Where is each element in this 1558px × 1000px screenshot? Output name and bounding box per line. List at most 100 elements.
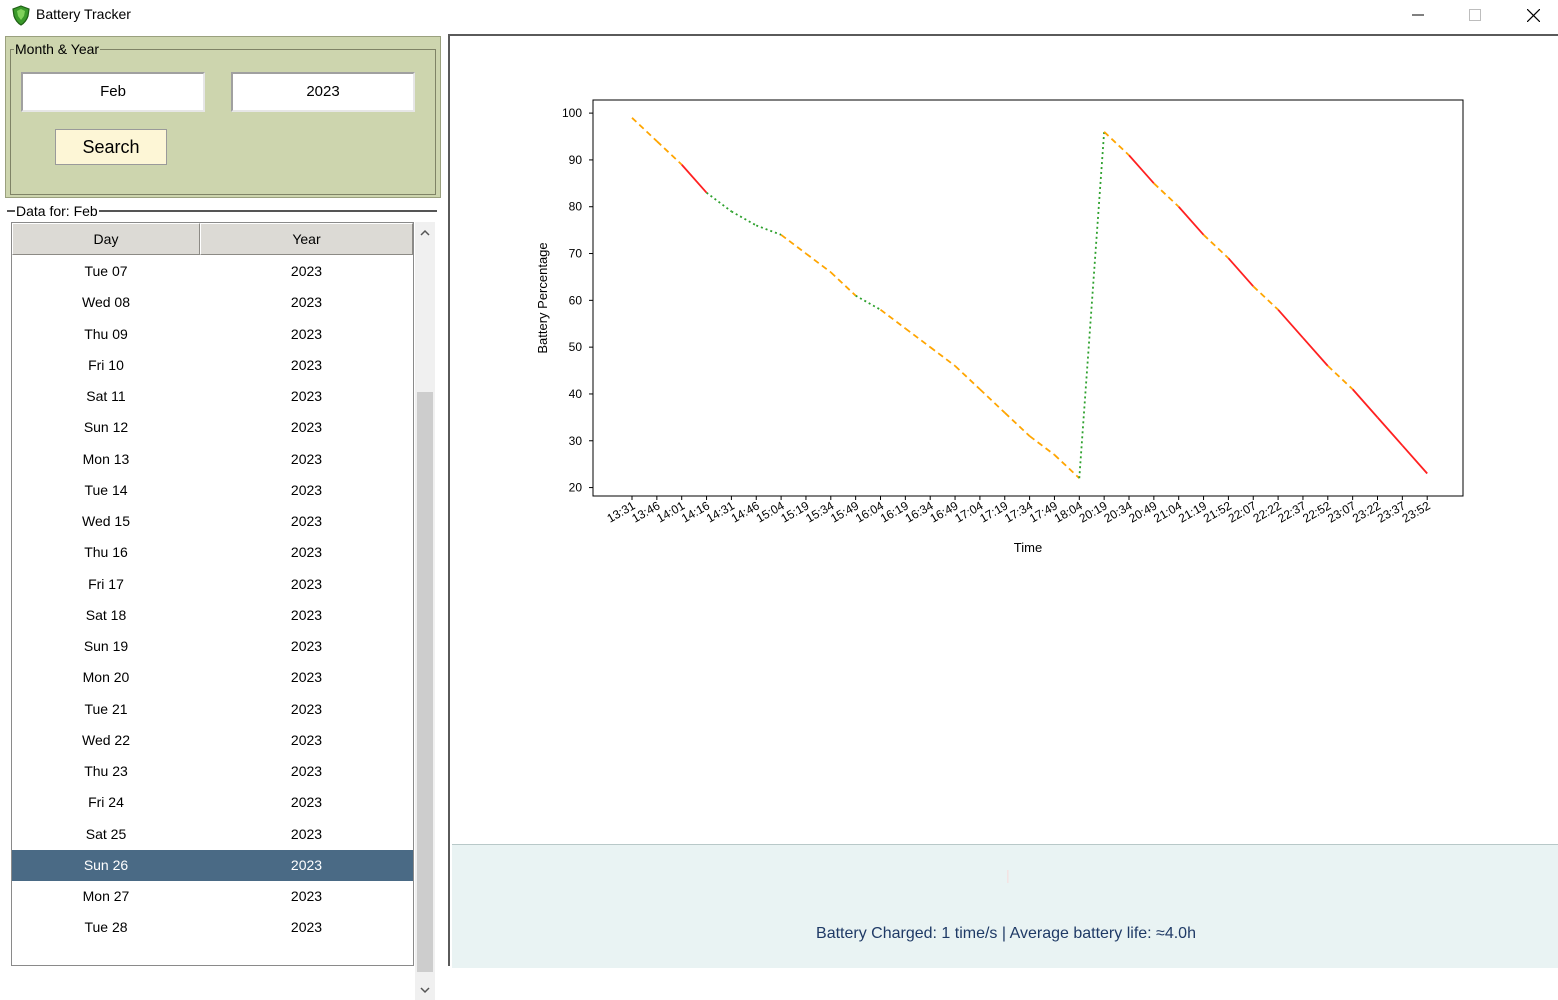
row-year-cell: 2023 — [290, 325, 323, 342]
column-header-day[interactable]: Day — [12, 223, 200, 255]
row-year-cell: 2023 — [290, 888, 323, 904]
row-year-cell: 2023 — [290, 700, 323, 717]
table-row[interactable]: Sat 18 2023 — [12, 600, 413, 631]
row-year-cell: 2023 — [290, 544, 323, 561]
table-row[interactable]: Thu 16 2023 — [12, 537, 413, 568]
chevron-up-icon — [420, 223, 430, 241]
row-year-cell: 2023 — [290, 919, 323, 936]
row-year-cell: 2023 — [290, 388, 323, 404]
table-row[interactable]: Tue 28 2023 — [12, 912, 413, 943]
table-row[interactable]: Tue 07 2023 — [12, 256, 413, 287]
row-day-cell: Sun 19 — [83, 638, 129, 654]
row-year-cell: 2023 — [290, 638, 323, 654]
table-row[interactable]: Mon 20 2023 — [12, 662, 413, 693]
y-tick-label: 70 — [569, 247, 583, 261]
status-indicator: | — [1006, 867, 1010, 883]
window-title: Battery Tracker — [36, 6, 131, 22]
row-day-cell: Mon 13 — [82, 450, 130, 467]
row-year-cell: 2023 — [290, 513, 323, 529]
row-day-cell: Thu 16 — [84, 544, 128, 561]
maximize-button[interactable] — [1446, 0, 1504, 30]
search-button[interactable]: Search — [55, 129, 167, 165]
column-header-year[interactable]: Year — [200, 223, 413, 255]
scroll-down-button[interactable] — [415, 980, 435, 1000]
table-row[interactable]: Sun 19 2023 — [12, 631, 413, 662]
row-day-cell: Sun 12 — [83, 419, 129, 436]
row-year-cell: 2023 — [290, 356, 323, 373]
row-year-cell: 2023 — [290, 856, 323, 873]
table-row[interactable]: Sun 26 2023 — [12, 849, 413, 881]
table-row[interactable]: Fri 10 2023 — [12, 350, 413, 381]
green-shield-icon — [10, 4, 32, 26]
close-button[interactable] — [1504, 0, 1558, 30]
y-tick-label: 20 — [569, 481, 583, 495]
table-row[interactable]: Fri 24 2023 — [12, 787, 413, 818]
plot-frame — [592, 99, 1464, 497]
row-day-cell: Tue 28 — [84, 919, 128, 936]
row-day-cell: Mon 27 — [82, 888, 130, 904]
table-row[interactable]: Wed 22 2023 — [12, 725, 413, 756]
row-day-cell: Fri 24 — [88, 794, 124, 811]
y-tick-label: 80 — [569, 200, 583, 214]
row-day-cell: Wed 15 — [82, 513, 130, 529]
y-axis-label: Battery Percentage — [535, 242, 550, 353]
row-year-cell: 2023 — [290, 419, 323, 436]
days-table: Day Year Tue 07 2023 Wed 08 2023 Thu 09 2023 F… — [11, 222, 414, 966]
table-body: Tue 07 2023 Wed 08 2023 Thu 09 2023 Fri 10 2023… — [12, 256, 413, 944]
table-row[interactable]: Mon 27 2023 — [12, 881, 413, 912]
row-day-cell: Sat 18 — [85, 606, 127, 623]
row-day-cell: Wed 08 — [82, 294, 130, 311]
row-year-cell: 2023 — [290, 263, 323, 279]
row-year-cell: 2023 — [290, 763, 323, 779]
table-row[interactable]: Tue 21 2023 — [12, 694, 413, 725]
table-row[interactable]: Wed 15 2023 — [12, 506, 413, 537]
table-row[interactable]: Wed 08 2023 — [12, 287, 413, 318]
row-year-cell: 2023 — [290, 575, 323, 592]
x-axis-label: Time — [1014, 540, 1042, 555]
row-day-cell: Thu 09 — [84, 325, 128, 342]
table-row[interactable]: Sat 11 2023 — [12, 381, 413, 412]
row-year-cell: 2023 — [290, 794, 323, 811]
table-header: Day Year — [12, 223, 413, 255]
left-panel: Month & Year Feb 2023 Search Data for: F… — [0, 34, 446, 1000]
close-icon — [1526, 8, 1540, 22]
row-year-cell: 2023 — [290, 669, 323, 686]
row-day-cell: Fri 17 — [88, 575, 124, 592]
table-row[interactable]: Thu 09 2023 — [12, 319, 413, 350]
minimize-button[interactable] — [1389, 0, 1447, 30]
table-row[interactable]: Sat 25 2023 — [12, 819, 413, 850]
row-day-cell: Mon 20 — [82, 669, 130, 686]
month-year-panel: Month & Year Feb 2023 Search — [5, 36, 441, 198]
y-tick-label: 50 — [569, 340, 583, 354]
row-day-cell: Sat 25 — [85, 825, 127, 842]
y-tick-label: 90 — [569, 153, 583, 167]
table-row[interactable]: Fri 17 2023 — [12, 569, 413, 600]
row-year-cell: 2023 — [290, 294, 323, 311]
table-row[interactable]: Sun 12 2023 — [12, 412, 413, 443]
y-tick-label: 30 — [569, 434, 583, 448]
x-tick-label: 23:52 — [1400, 498, 1433, 525]
scroll-up-button[interactable] — [415, 222, 435, 242]
chart-panel: 20 30 40 50 60 70 80 90 100 13:31 13:46 14:01 14:16 1… — [448, 34, 1558, 968]
row-day-cell: Tue 21 — [84, 700, 128, 717]
month-input[interactable]: Feb — [21, 72, 205, 112]
row-day-cell: Sat 11 — [86, 388, 126, 404]
month-year-legend: Month & Year — [14, 41, 101, 57]
row-year-cell: 2023 — [290, 481, 323, 498]
table-scrollbar[interactable] — [415, 222, 435, 1000]
row-day-cell: Tue 14 — [84, 481, 128, 498]
table-row[interactable]: Mon 13 2023 — [12, 444, 413, 475]
y-tick-label: 40 — [569, 387, 583, 401]
scroll-thumb[interactable] — [417, 392, 433, 972]
row-year-cell: 2023 — [290, 450, 323, 467]
row-year-cell: 2023 — [290, 606, 323, 623]
year-input[interactable]: 2023 — [231, 72, 415, 112]
row-year-cell: 2023 — [290, 731, 323, 748]
month-year-frame — [10, 49, 436, 195]
table-row[interactable]: Thu 23 2023 — [12, 756, 413, 787]
row-day-cell: Wed 22 — [82, 731, 130, 748]
table-row[interactable]: Tue 14 2023 — [12, 475, 413, 506]
data-legend: Data for: Feb — [15, 203, 99, 219]
row-day-cell: Tue 07 — [84, 263, 128, 279]
chevron-down-icon — [420, 981, 430, 999]
